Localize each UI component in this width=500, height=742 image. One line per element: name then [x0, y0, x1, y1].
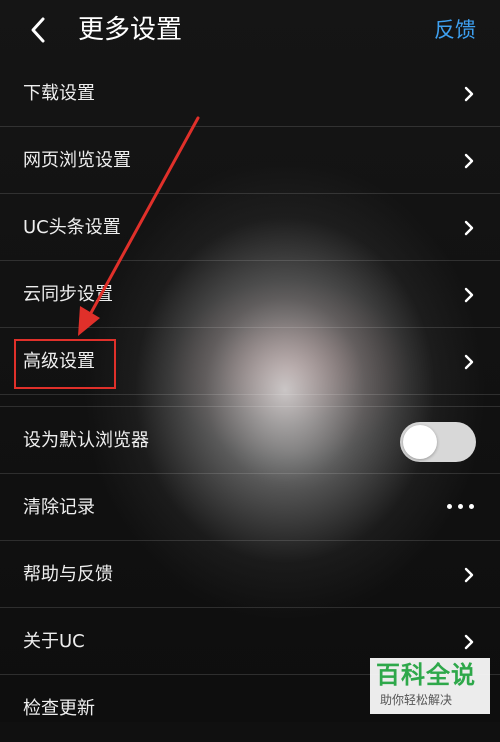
settings-list: 下载设置 网页浏览设置 UC头条设置 云同步设置 高级设置 设为默认浏览器 清除…	[0, 60, 500, 742]
settings-item-label: 云同步设置	[23, 284, 113, 305]
watermark-title: 百科全说	[376, 661, 476, 689]
settings-item-help-feedback[interactable]: 帮助与反馈	[0, 541, 500, 608]
watermark-logo: 百科全说 助你轻松解决	[370, 658, 490, 714]
chevron-right-icon	[464, 153, 474, 169]
watermark-subtitle: 助你轻松解决	[380, 693, 453, 707]
chevron-right-icon	[464, 287, 474, 303]
settings-item-label: 帮助与反馈	[23, 564, 113, 585]
chevron-right-icon	[464, 634, 474, 650]
chevron-right-icon	[464, 86, 474, 102]
default-browser-toggle[interactable]	[400, 422, 476, 462]
settings-item-cloud-sync[interactable]: 云同步设置	[0, 261, 500, 328]
settings-item-label: 清除记录	[23, 497, 95, 518]
feedback-button[interactable]: 反馈	[434, 14, 476, 46]
toggle-knob	[403, 425, 437, 459]
chevron-right-icon	[464, 220, 474, 236]
more-dots-icon[interactable]	[447, 504, 475, 510]
chevron-right-icon	[464, 354, 474, 370]
page-title: 更多设置	[78, 15, 183, 45]
settings-item-label: 网页浏览设置	[23, 150, 131, 171]
chevron-right-icon	[464, 567, 474, 583]
settings-item-web-browsing[interactable]: 网页浏览设置	[0, 127, 500, 194]
settings-item-clear-records[interactable]: 清除记录	[0, 474, 500, 541]
settings-item-label: 关于UC	[23, 631, 85, 652]
settings-item-label: UC头条设置	[23, 217, 121, 238]
chevron-left-icon[interactable]	[26, 16, 52, 44]
header-bar: 更多设置 反馈	[0, 0, 500, 60]
settings-item-default-browser[interactable]: 设为默认浏览器	[0, 407, 500, 474]
settings-item-label: 设为默认浏览器	[23, 430, 149, 451]
settings-item-label: 下载设置	[23, 83, 95, 104]
settings-item-download[interactable]: 下载设置	[0, 60, 500, 127]
highlight-box	[14, 339, 116, 389]
settings-item-uc-headlines[interactable]: UC头条设置	[0, 194, 500, 261]
settings-item-label: 检查更新	[23, 698, 95, 719]
section-divider	[0, 395, 500, 407]
